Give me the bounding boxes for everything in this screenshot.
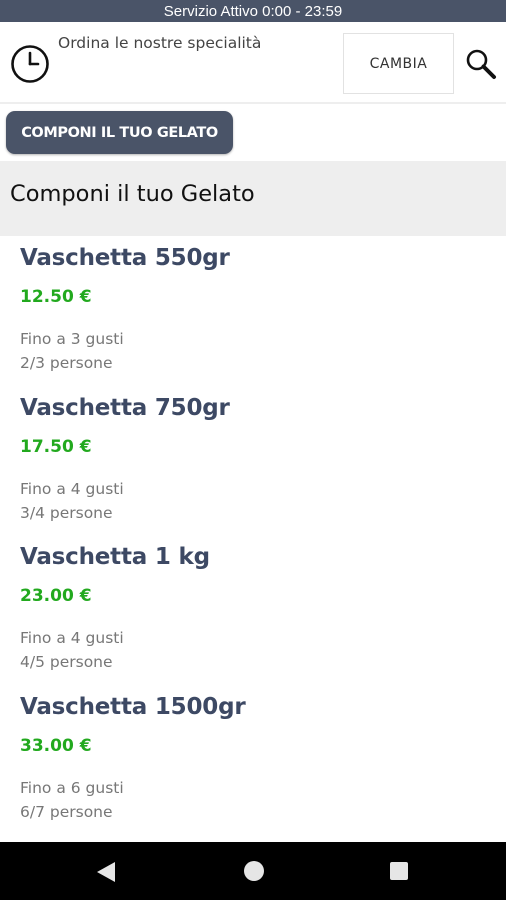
product-flavors: Fino a 6 gusti [20,779,124,797]
home-icon[interactable] [244,861,264,881]
product-name: Vaschetta 1 kg [20,544,210,570]
product-price: 17.50 € [20,437,92,457]
product-people: 3/4 persone [20,504,113,522]
clock-icon[interactable] [10,44,50,84]
product-flavors: Fino a 4 gusti [20,480,124,498]
header: Ordina le nostre specialità CAMBIA [0,22,506,104]
service-hours-text: Servizio Attivo 0:00 - 23:59 [163,2,343,20]
product-people: 2/3 persone [20,354,113,372]
change-button[interactable]: CAMBIA [343,33,454,94]
product-price: 12.50 € [20,287,92,307]
product-flavors: Fino a 4 gusti [20,629,124,647]
section-title: Componi il tuo Gelato [10,181,255,207]
search-icon[interactable] [465,48,497,80]
product-people: 4/5 persone [20,653,113,671]
product-name: Vaschetta 550gr [20,245,230,271]
product-price: 23.00 € [20,586,92,606]
system-nav-bar [0,842,506,900]
header-subtitle: Ordina le nostre specialità [58,34,262,52]
product-name: Vaschetta 750gr [20,395,230,421]
section-header: Componi il tuo Gelato [0,161,506,236]
product-price: 33.00 € [20,736,92,756]
product-name: Vaschetta 1500gr [20,694,246,720]
back-icon[interactable] [95,860,117,884]
compose-gelato-button[interactable]: COMPONI IL TUO GELATO [6,111,233,154]
product-flavors: Fino a 3 gusti [20,330,124,348]
status-bar: Servizio Attivo 0:00 - 23:59 [0,0,506,22]
product-people: 6/7 persone [20,803,113,821]
recent-apps-icon[interactable] [390,862,408,880]
